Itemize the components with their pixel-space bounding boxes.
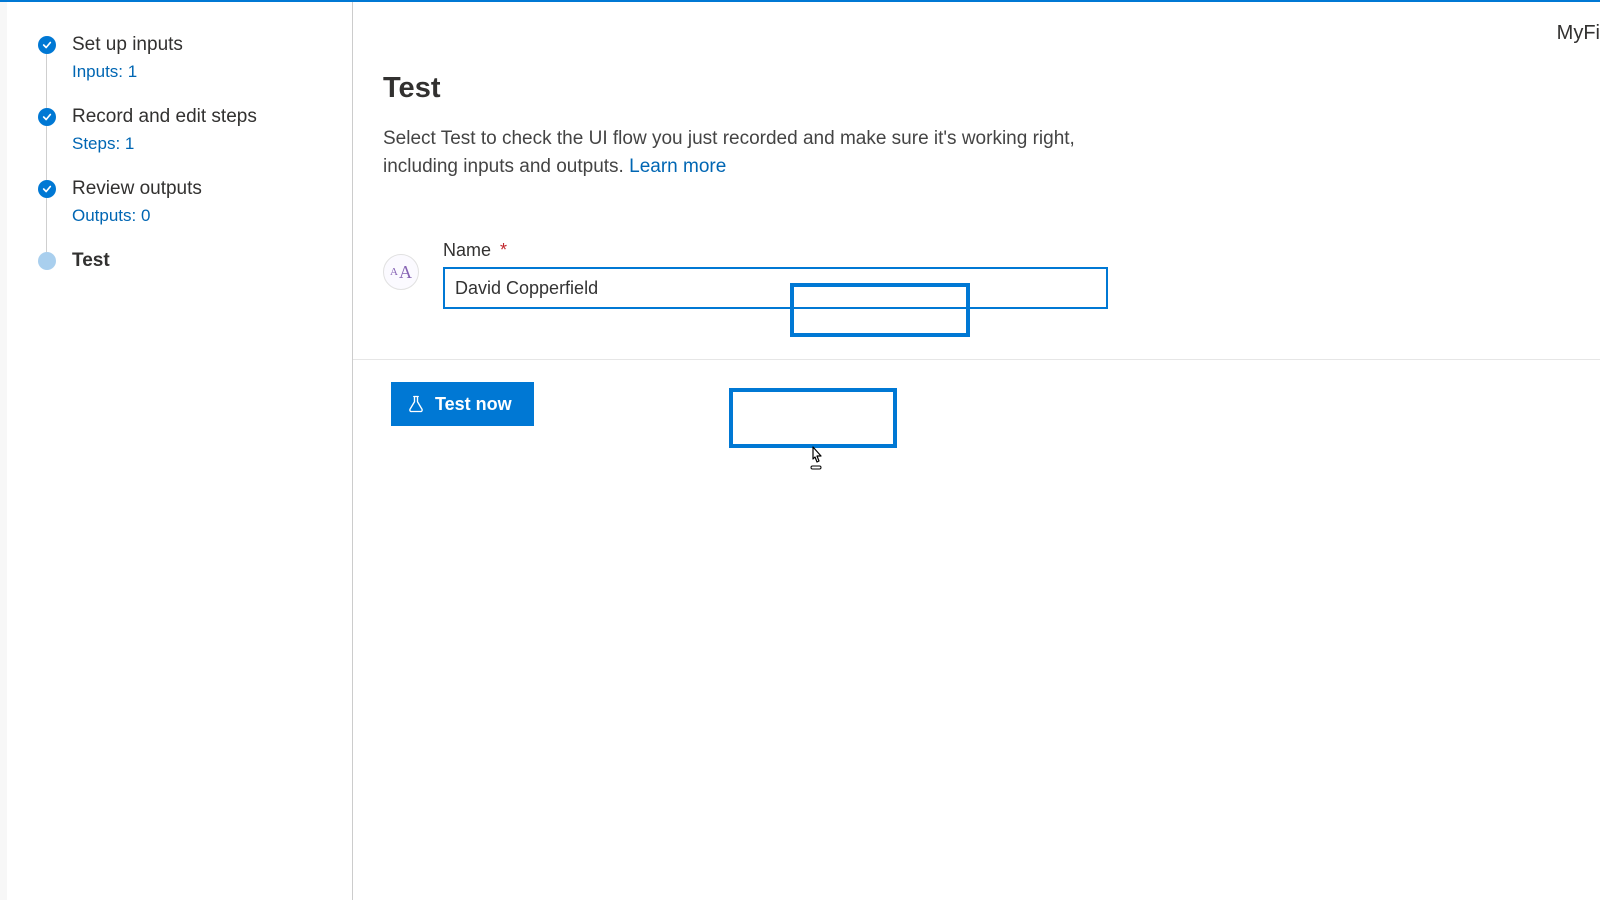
wizard-sidebar: Set up inputs Inputs: 1 Record and edit …: [8, 2, 353, 900]
wizard-step-title: Test: [72, 250, 110, 272]
wizard-step-subtitle: Outputs: 0: [72, 206, 202, 226]
step-connector-line: [46, 54, 47, 114]
name-field-label: Name *: [443, 240, 1108, 261]
name-input[interactable]: [445, 269, 1106, 307]
checkmark-icon: [38, 180, 56, 198]
flow-name-label: MyFi: [1557, 22, 1600, 45]
test-now-button-label: Test now: [435, 394, 512, 415]
section-divider: [353, 359, 1600, 360]
wizard-step-test[interactable]: Test: [38, 252, 352, 272]
flask-icon: [407, 395, 425, 413]
wizard-step-title: Review outputs: [72, 178, 202, 200]
field-label-text: Name: [443, 240, 491, 260]
test-now-button[interactable]: Test now: [391, 382, 534, 426]
text-input-type-icon: AA: [383, 254, 419, 290]
wizard-step-title: Record and edit steps: [72, 106, 257, 128]
wizard-step-review-outputs[interactable]: Review outputs Outputs: 0: [38, 180, 352, 252]
page-description-text: Select Test to check the UI flow you jus…: [383, 128, 1075, 177]
required-asterisk: *: [500, 240, 507, 260]
main-content: MyFi Test Select Test to check the UI fl…: [353, 2, 1600, 900]
pointer-cursor-icon: [807, 446, 827, 472]
checkmark-icon: [38, 108, 56, 126]
step-connector-line: [46, 198, 47, 258]
input-form-area: AA Name *: [383, 240, 1570, 309]
page-description: Select Test to check the UI flow you jus…: [383, 125, 1103, 180]
name-input-wrapper: [443, 267, 1108, 309]
wizard-step-subtitle: Inputs: 1: [72, 62, 183, 82]
wizard-step-subtitle: Steps: 1: [72, 134, 257, 154]
wizard-step-record-edit[interactable]: Record and edit steps Steps: 1: [38, 108, 352, 180]
page-title: Test: [383, 72, 1570, 105]
collapsed-nav-rail: [0, 2, 8, 900]
current-step-dot-icon: [38, 252, 56, 270]
checkmark-icon: [38, 36, 56, 54]
wizard-steps-list: Set up inputs Inputs: 1 Record and edit …: [38, 36, 352, 272]
wizard-step-setup-inputs[interactable]: Set up inputs Inputs: 1: [38, 36, 352, 108]
wizard-step-title: Set up inputs: [72, 34, 183, 56]
step-connector-line: [46, 126, 47, 186]
learn-more-link[interactable]: Learn more: [629, 156, 726, 177]
